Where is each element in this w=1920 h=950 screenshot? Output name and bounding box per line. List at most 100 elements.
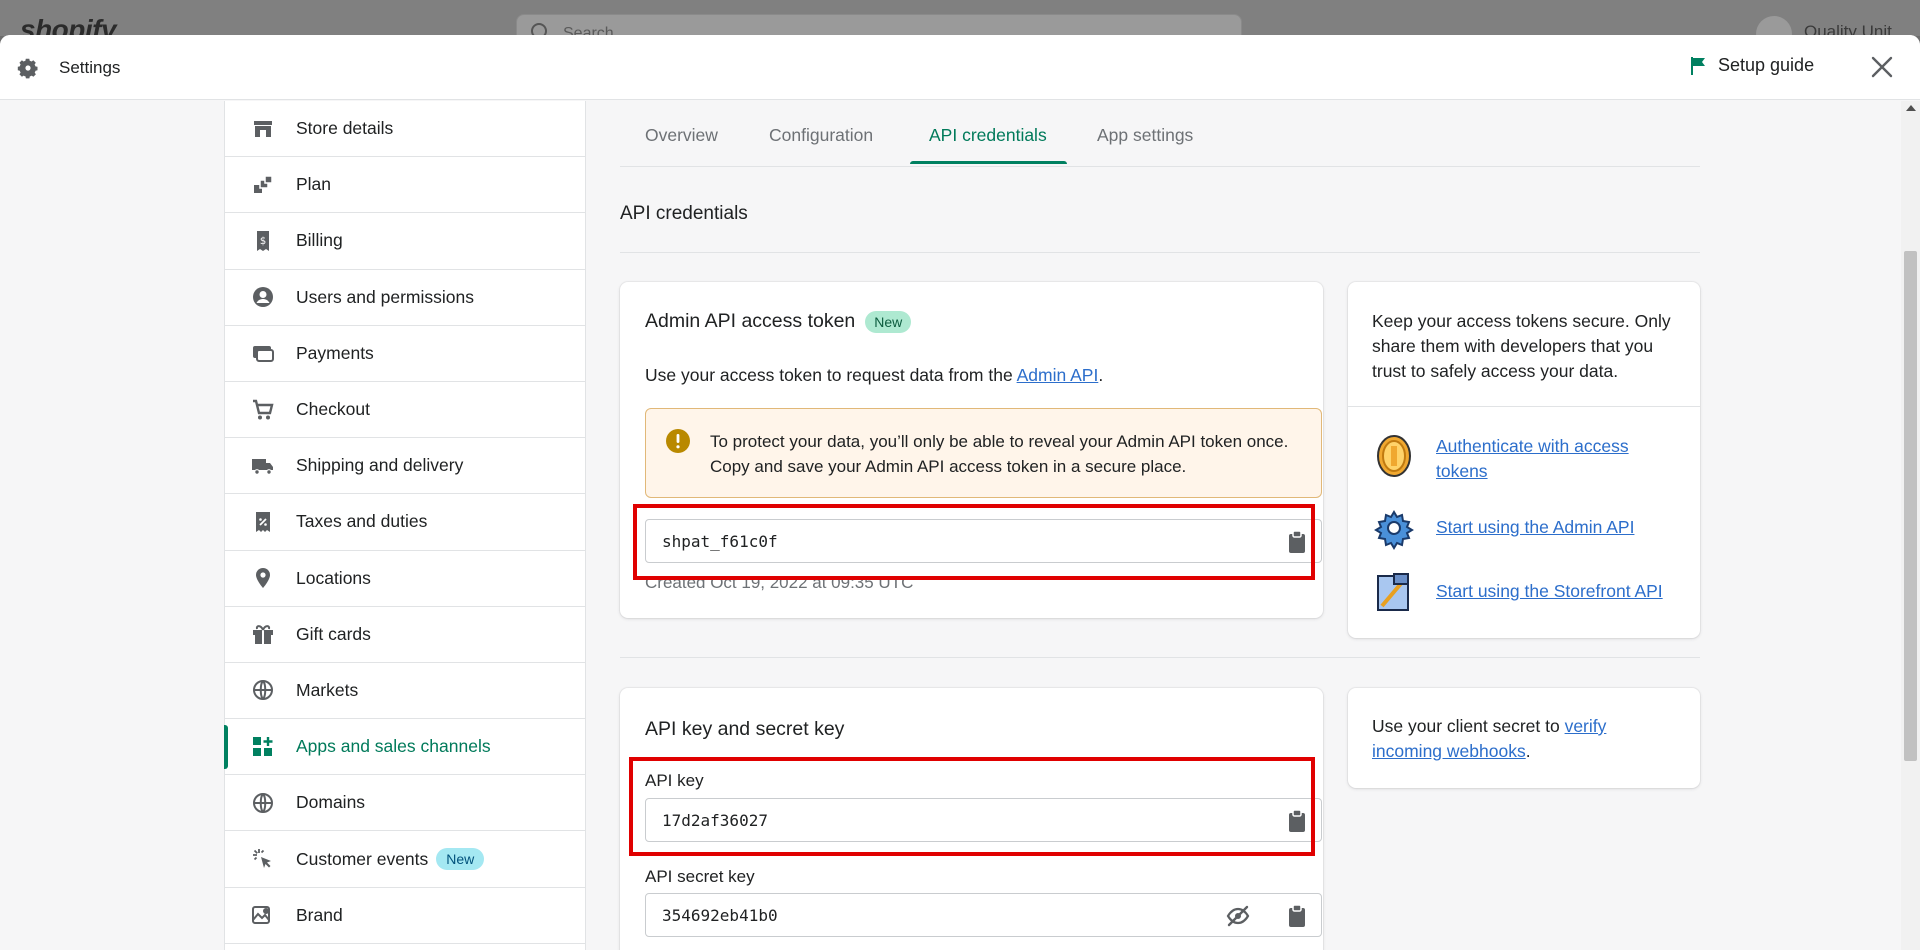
tab-api-credentials[interactable]: API credentials [929, 125, 1047, 146]
globe-icon [250, 677, 276, 703]
sidebar-item-label: Payments [296, 342, 374, 363]
tab-bar: Overview Configuration API credentials A… [620, 101, 1700, 167]
resource-admin-api-link[interactable]: Start using the Admin API [1436, 515, 1634, 540]
webhook-prefix: Use your client secret to [1372, 716, 1565, 736]
section-divider-2 [620, 657, 1700, 658]
sidebar-item-label: Apps and sales channels [296, 736, 491, 757]
sidebar-item-label: Users and permissions [296, 286, 474, 307]
webhook-card: Use your client secret to verify incomin… [1348, 688, 1700, 788]
clipboard-icon[interactable] [1286, 904, 1308, 928]
coin-icon [1377, 435, 1411, 477]
domain-globe-icon [250, 790, 276, 816]
scroll-thumb[interactable] [1904, 251, 1917, 761]
warning-banner: To protect your data, you’ll only be abl… [645, 408, 1322, 498]
sidebar-item-payments[interactable]: Payments [225, 326, 585, 382]
brand-icon [250, 902, 276, 928]
gear-icon [17, 58, 38, 79]
section-divider [620, 252, 1700, 253]
truck-icon [250, 453, 276, 479]
sidebar-item-label: Plan [296, 174, 332, 195]
sidebar-item-label: Store details [296, 118, 394, 139]
description-suffix: . [1098, 365, 1104, 385]
sidebar-item-brand[interactable]: Brand [225, 888, 585, 944]
tab-app-settings[interactable]: App settings [1097, 125, 1193, 146]
location-pin-icon [250, 565, 276, 591]
close-icon[interactable] [1868, 53, 1896, 81]
cog-icon [1374, 510, 1414, 550]
sidebar-item-label: Locations [296, 567, 371, 588]
storefront-icon [1377, 573, 1409, 611]
sidebar-item-taxes-and-duties[interactable]: Taxes and duties [225, 494, 585, 551]
hide-eye-icon[interactable] [1226, 905, 1250, 927]
sidebar-item-label: Taxes and duties [296, 511, 428, 532]
section-title: API credentials [620, 203, 748, 224]
sidebar-item-label: Markets [296, 679, 359, 700]
billing-icon: $ [250, 228, 276, 254]
api-key-title: API key and secret key [645, 718, 845, 740]
sidebar-item-domains[interactable]: Domains [225, 775, 585, 832]
admin-token-title: Admin API access token [645, 310, 856, 332]
description-text: Use your access token to request data fr… [645, 365, 1017, 385]
sidebar-item-plan[interactable]: Plan [225, 157, 585, 214]
tab-overview[interactable]: Overview [645, 125, 718, 146]
sidebar-item-label: Brand [296, 904, 343, 925]
sidebar-item-shipping-and-delivery[interactable]: Shipping and delivery [225, 438, 585, 495]
svg-text:$: $ [260, 236, 266, 247]
sidebar-item-label: Billing [296, 230, 343, 251]
tax-icon [250, 509, 276, 535]
payments-icon [250, 340, 276, 366]
resource-storefront-api[interactable]: Start using the Storefront API [1372, 570, 1663, 614]
api-secret-label: API secret key [645, 867, 755, 886]
scroll-up-arrow[interactable] [1906, 105, 1916, 111]
sidebar-item-checkout[interactable]: Checkout [225, 382, 585, 439]
cart-icon [250, 397, 276, 423]
sidebar-item-apps-and-sales-channels[interactable]: Apps and sales channels [224, 719, 585, 776]
plan-icon [250, 172, 276, 198]
sidebar-item-users-and-permissions[interactable]: Users and permissions [225, 270, 585, 326]
resource-authenticate[interactable]: Authenticate with access tokens [1372, 434, 1676, 484]
resource-authenticate-link[interactable]: Authenticate with access tokens [1436, 434, 1676, 484]
sidebar-item-billing[interactable]: $ Billing [225, 213, 585, 270]
sidebar-item-markets[interactable]: Markets [225, 663, 585, 720]
sidebar-item-store-details[interactable]: Store details [225, 101, 585, 158]
store-icon [250, 116, 276, 142]
token-highlight-box [633, 504, 1315, 580]
apps-icon [250, 734, 276, 760]
resource-admin-api[interactable]: Start using the Admin API [1372, 506, 1634, 550]
sidebar-item-label: Domains [296, 792, 366, 813]
sidebar-item-gift-cards[interactable]: Gift cards [225, 607, 585, 663]
setup-guide-label: Setup guide [1718, 55, 1815, 75]
api-key-highlight-box [629, 757, 1315, 856]
new-badge: New [865, 310, 912, 333]
tab-configuration[interactable]: Configuration [769, 125, 873, 146]
sidebar-item-label: Checkout [296, 399, 370, 420]
security-tips-card: Keep your access tokens secure. Only sha… [1348, 282, 1700, 638]
admin-token-description: Use your access token to request data fr… [645, 365, 1103, 386]
admin-topbar-dimmed: shopify Search Quality Unit [0, 0, 1920, 52]
setup-guide-button[interactable]: Setup guide [1690, 55, 1814, 76]
sidebar-item-label: Customer events [296, 848, 429, 869]
resource-storefront-api-link[interactable]: Start using the Storefront API [1436, 579, 1663, 604]
flag-icon [1691, 56, 1705, 75]
sidebar-item-customer-events[interactable]: Customer events New [225, 831, 585, 888]
sidebar-item-label: Shipping and delivery [296, 455, 464, 476]
sidebar-item-label: Gift cards [296, 623, 371, 644]
settings-sidebar: Store details Plan $ Billing Users and permi… [224, 101, 586, 950]
page-title: Settings [59, 58, 121, 77]
tips-text: Keep your access tokens secure. Only sha… [1372, 311, 1671, 381]
warning-icon [666, 429, 690, 453]
api-secret-value: 354692eb41b0 [662, 906, 778, 925]
gift-icon [250, 621, 276, 647]
sidebar-item-locations[interactable]: Locations [225, 551, 585, 607]
scrollbar[interactable] [1901, 101, 1920, 950]
tips-divider [1348, 406, 1700, 407]
admin-api-link[interactable]: Admin API [1017, 365, 1099, 385]
active-tab-indicator [910, 161, 1067, 164]
user-icon [250, 284, 276, 310]
webhook-text: Use your client secret to verify incomin… [1372, 714, 1672, 764]
cursor-click-icon [250, 846, 276, 872]
webhook-suffix: . [1525, 741, 1531, 761]
new-badge: New [436, 848, 485, 871]
api-secret-field[interactable]: 354692eb41b0 [645, 893, 1322, 937]
modal-header: Settings Setup guide [0, 35, 1920, 100]
